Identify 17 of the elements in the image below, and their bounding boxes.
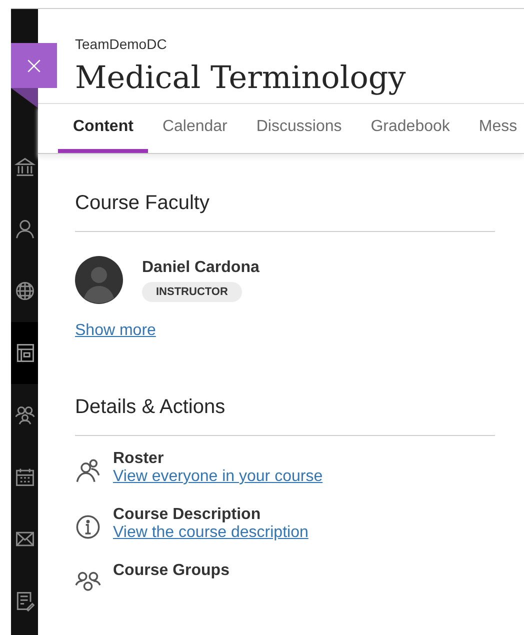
item-title: Roster [113, 450, 165, 468]
role-badge: INSTRUCTOR [142, 282, 242, 302]
item-link[interactable]: View everyone in your course [113, 468, 323, 485]
section-heading: Course Faculty [75, 192, 495, 232]
item-link[interactable]: View the course description [113, 524, 308, 541]
item-title: Course Description [113, 506, 262, 524]
section-heading: Details & Actions [75, 396, 495, 436]
tab[interactable]: Content [58, 104, 148, 153]
tab[interactable]: Calendar [162, 104, 228, 153]
tab[interactable]: Mess [478, 104, 518, 153]
tab[interactable]: Gradebook [370, 104, 450, 153]
member-name: Daniel Cardona [142, 258, 260, 276]
item-title: Course Groups [113, 562, 230, 580]
course-title: Medical Terminology [75, 60, 407, 96]
organization-name: TeamDemoDC [75, 36, 168, 52]
show-more-link[interactable]: Show more [75, 322, 156, 340]
tab[interactable]: Discussions [256, 104, 342, 153]
